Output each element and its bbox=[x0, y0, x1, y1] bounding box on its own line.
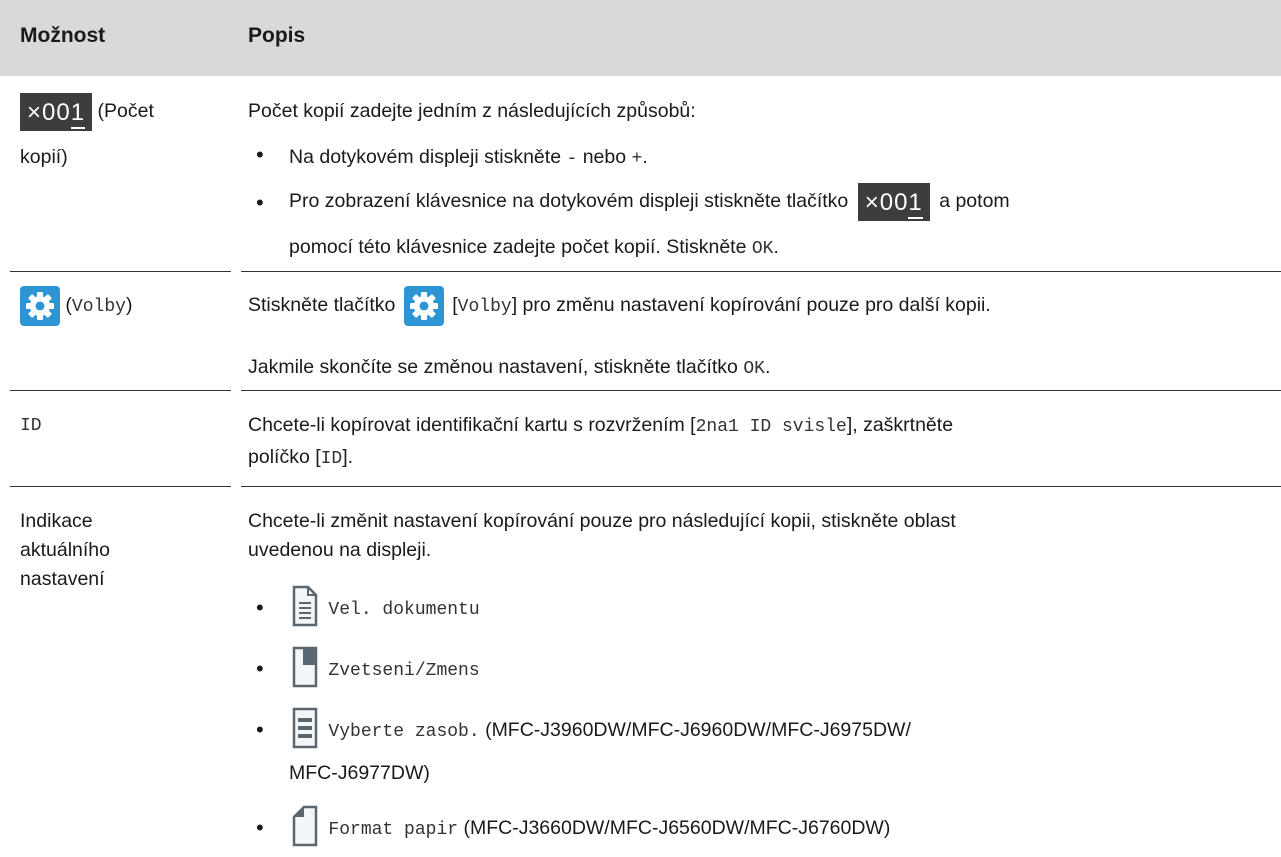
paper-format-icon bbox=[291, 805, 319, 853]
current-intro-line1: Chcete-li změnit nastavení kopírování po… bbox=[248, 510, 956, 532]
document-size-icon bbox=[291, 585, 319, 633]
row-divider bbox=[241, 390, 1281, 391]
options-label: Volby bbox=[71, 297, 126, 318]
copies-bullet1: Na dotykovém displeji stiskněte - nebo +… bbox=[289, 146, 648, 169]
row-divider bbox=[10, 390, 231, 391]
row-divider bbox=[10, 271, 231, 272]
copy-counter-icon: ×001 bbox=[857, 183, 930, 221]
table-header: Možnost Popis bbox=[0, 0, 1281, 76]
copies-intro: Počet kopií zadejte jedním z následující… bbox=[248, 100, 696, 122]
current-label-line2: aktuálního bbox=[20, 539, 110, 561]
copy-counter-icon: ×001 bbox=[20, 93, 93, 131]
row-divider bbox=[10, 486, 231, 487]
options-option-cell: (Volby) bbox=[20, 286, 132, 326]
settings-gear-icon bbox=[403, 286, 444, 326]
options-line2: Jakmile skončíte se změnou nastavení, st… bbox=[248, 356, 771, 379]
current-item-paper-format: Format papir (MFC-J3660DW/MFC-J6560DW/MF… bbox=[291, 805, 890, 853]
bullet-icon: • bbox=[256, 142, 264, 167]
current-item-tray-select-note2: MFC-J6977DW) bbox=[289, 762, 430, 784]
header-option: Možnost bbox=[20, 24, 106, 47]
id-line1: Chcete-li kopírovat identifikační kartu … bbox=[248, 414, 954, 437]
bullet-icon: • bbox=[256, 717, 264, 742]
row-divider bbox=[241, 271, 1281, 272]
settings-gear-icon bbox=[20, 286, 60, 326]
copies-bullet2-line1: Pro zobrazení klávesnice na dotykovém di… bbox=[289, 183, 1010, 221]
copies-label-line1: (Počet bbox=[97, 100, 154, 123]
row-divider bbox=[241, 486, 1281, 487]
tray-select-icon bbox=[291, 707, 319, 755]
bullet-icon: • bbox=[256, 595, 264, 620]
id-line2: políčko [ID]. bbox=[248, 446, 354, 469]
copies-label-line2: kopií) bbox=[20, 146, 68, 168]
header-description: Popis bbox=[248, 24, 306, 47]
copies-bullet2-line2: pomocí této klávesnice zadejte počet kop… bbox=[289, 236, 779, 259]
options-line1: Stiskněte tlačítko [Volby] pro změnu nas… bbox=[248, 286, 991, 326]
copies-option-cell: ×001 (Počet bbox=[20, 93, 154, 131]
current-intro-line2: uvedenou na displeji. bbox=[248, 539, 432, 561]
current-item-tray-select: Vyberte zasob. (MFC-J3960DW/MFC-J6960DW/… bbox=[291, 707, 911, 755]
current-item-document-size: Vel. dokumentu bbox=[291, 585, 480, 633]
current-label-line1: Indikace bbox=[20, 510, 93, 532]
bullet-icon: • bbox=[256, 190, 264, 215]
bullet-icon: • bbox=[256, 656, 264, 681]
current-item-enlarge-reduce: Zvetseni/Zmens bbox=[291, 646, 480, 694]
id-option-label: ID bbox=[20, 416, 42, 436]
enlarge-reduce-icon bbox=[291, 646, 319, 694]
bullet-icon: • bbox=[256, 815, 264, 840]
current-label-line3: nastavení bbox=[20, 568, 105, 590]
